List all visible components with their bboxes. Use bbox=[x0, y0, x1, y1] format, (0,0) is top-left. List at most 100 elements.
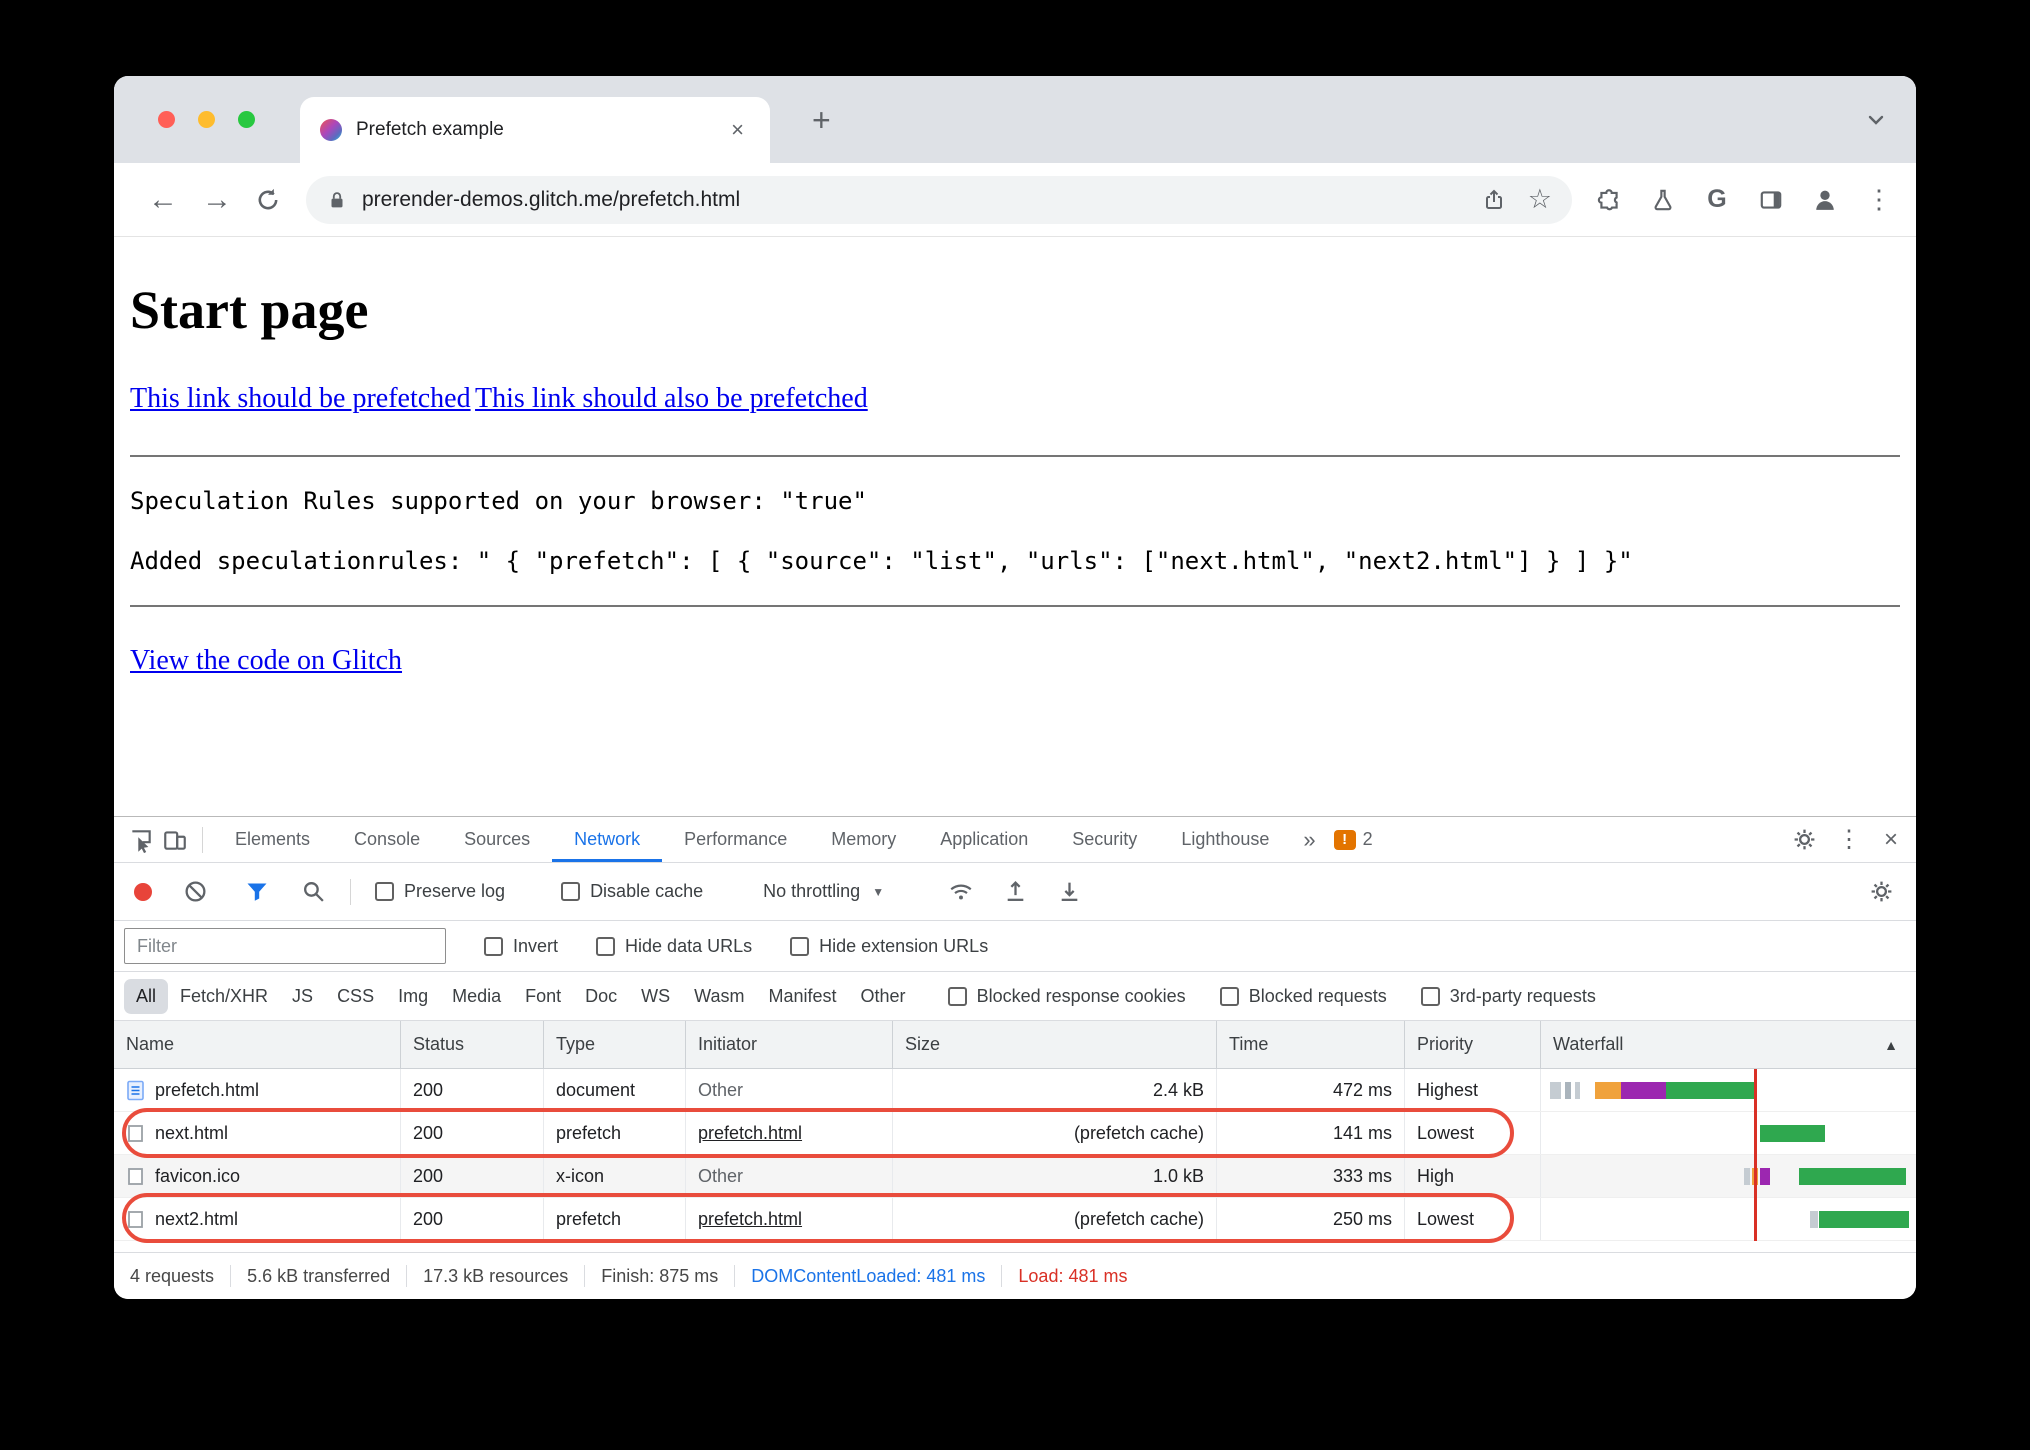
third-party-requests-checkbox[interactable]: 3rd-party requests bbox=[1420, 986, 1596, 1007]
chip-other[interactable]: Other bbox=[849, 979, 918, 1014]
column-header-status[interactable]: Status bbox=[401, 1021, 544, 1068]
sort-ascending-icon: ▲ bbox=[1884, 1036, 1898, 1053]
network-filterbar: Invert Hide data URLs Hide extension URL… bbox=[114, 921, 1916, 972]
preserve-log-label: Preserve log bbox=[404, 881, 506, 901]
waterfall-segment bbox=[1575, 1082, 1580, 1099]
tab-lighthouse[interactable]: Lighthouse bbox=[1159, 817, 1291, 862]
chip-manifest[interactable]: Manifest bbox=[757, 979, 849, 1014]
share-icon[interactable] bbox=[1482, 188, 1506, 212]
google-g-icon[interactable]: G bbox=[1702, 185, 1732, 215]
chip-wasm[interactable]: Wasm bbox=[682, 979, 756, 1014]
devtools-settings-gear-icon[interactable] bbox=[1788, 823, 1822, 857]
network-settings-gear-icon[interactable] bbox=[1868, 879, 1894, 905]
transferred-size: 5.6 kB transferred bbox=[247, 1265, 391, 1286]
column-header-size[interactable]: Size bbox=[893, 1021, 1217, 1068]
waterfall-cell bbox=[1541, 1198, 1916, 1240]
hide-data-urls-checkbox[interactable]: Hide data URLs bbox=[596, 936, 752, 957]
macos-zoom-button[interactable] bbox=[238, 111, 255, 128]
profile-avatar-icon[interactable] bbox=[1810, 185, 1840, 215]
column-header-initiator[interactable]: Initiator bbox=[686, 1021, 893, 1068]
import-har-icon[interactable] bbox=[1002, 879, 1028, 905]
address-bar[interactable]: prerender-demos.glitch.me/prefetch.html … bbox=[306, 175, 1572, 224]
hide-data-urls-label: Hide data URLs bbox=[625, 935, 753, 956]
inspect-element-icon[interactable] bbox=[124, 823, 158, 857]
bookmark-star-icon[interactable]: ☆ bbox=[1528, 184, 1552, 215]
network-conditions-wifi-icon[interactable] bbox=[948, 879, 974, 905]
chip-all[interactable]: All bbox=[124, 978, 169, 1014]
blocked-requests-checkbox[interactable]: Blocked requests bbox=[1219, 985, 1387, 1007]
devtools-close-icon[interactable]: × bbox=[1876, 826, 1906, 854]
chip-fetch-xhr[interactable]: Fetch/XHR bbox=[168, 979, 280, 1014]
table-row-prefetch-html[interactable]: prefetch.html 200 document Other 2.4 kB … bbox=[114, 1069, 1916, 1112]
column-header-waterfall[interactable]: Waterfall ▲ bbox=[1541, 1021, 1916, 1068]
waterfall-segment bbox=[1810, 1211, 1818, 1228]
devtools-menu-kebab-icon[interactable]: ⋮ bbox=[1832, 823, 1866, 857]
browser-tab[interactable]: Prefetch example × bbox=[300, 97, 770, 163]
network-status-bar: 4 requests 5.6 kB transferred 17.3 kB re… bbox=[114, 1252, 1916, 1299]
network-table-header: Name Status Type Initiator Size Time Pri… bbox=[114, 1021, 1916, 1069]
column-header-name[interactable]: Name bbox=[114, 1021, 401, 1068]
column-header-priority[interactable]: Priority bbox=[1405, 1021, 1541, 1068]
tab-elements[interactable]: Elements bbox=[213, 817, 332, 862]
record-button[interactable] bbox=[134, 882, 152, 901]
chip-media[interactable]: Media bbox=[440, 979, 513, 1014]
hide-extension-urls-checkbox[interactable]: Hide extension URLs bbox=[790, 936, 988, 957]
clear-icon[interactable] bbox=[182, 879, 208, 905]
prefetch-link-2[interactable]: This link should also be prefetched bbox=[475, 383, 868, 415]
browser-window: Prefetch example × + ← → prerender-demos… bbox=[114, 76, 1916, 1299]
tab-performance[interactable]: Performance bbox=[662, 817, 809, 862]
macos-minimize-button[interactable] bbox=[198, 111, 215, 128]
tab-security[interactable]: Security bbox=[1050, 817, 1159, 862]
disable-cache-label: Disable cache bbox=[590, 881, 704, 901]
blocked-requests-label: Blocked requests bbox=[1248, 985, 1387, 1006]
column-header-time[interactable]: Time bbox=[1217, 1021, 1405, 1068]
new-tab-button[interactable]: + bbox=[804, 102, 839, 138]
tab-network[interactable]: Network bbox=[552, 817, 663, 862]
disable-cache-checkbox[interactable]: Disable cache bbox=[561, 881, 703, 902]
reload-button[interactable] bbox=[244, 186, 292, 214]
tab-memory[interactable]: Memory bbox=[809, 817, 918, 862]
tab-search-chevron-icon[interactable] bbox=[1864, 108, 1888, 132]
filter-input[interactable] bbox=[124, 928, 446, 964]
tab-close-icon[interactable]: × bbox=[725, 115, 750, 145]
macos-close-button[interactable] bbox=[158, 111, 175, 128]
prefetch-link-1[interactable]: This link should be prefetched bbox=[130, 383, 471, 415]
request-priority: High bbox=[1405, 1155, 1541, 1197]
resources-size: 17.3 kB resources bbox=[423, 1265, 569, 1286]
glitch-code-link[interactable]: View the code on Glitch bbox=[130, 645, 402, 677]
chip-ws[interactable]: WS bbox=[629, 979, 682, 1014]
tab-console[interactable]: Console bbox=[332, 817, 442, 862]
chip-js[interactable]: JS bbox=[280, 979, 325, 1014]
flask-icon[interactable] bbox=[1648, 185, 1678, 215]
search-icon[interactable] bbox=[300, 879, 326, 905]
forward-button[interactable]: → bbox=[190, 184, 244, 215]
invert-checkbox[interactable]: Invert bbox=[484, 936, 558, 957]
back-button[interactable]: ← bbox=[136, 184, 190, 215]
chip-css[interactable]: CSS bbox=[325, 979, 386, 1014]
waterfall-segment bbox=[1595, 1082, 1621, 1099]
column-header-type[interactable]: Type bbox=[544, 1021, 686, 1068]
request-size: 1.0 kB bbox=[893, 1155, 1217, 1197]
lock-icon[interactable] bbox=[326, 189, 348, 211]
chip-img[interactable]: Img bbox=[386, 979, 440, 1014]
preserve-log-checkbox[interactable]: Preserve log bbox=[375, 881, 505, 902]
page-title: Start page bbox=[130, 280, 369, 340]
device-toolbar-icon[interactable] bbox=[158, 823, 192, 857]
chip-font[interactable]: Font bbox=[513, 979, 573, 1014]
warnings-badge[interactable]: ! 2 bbox=[1333, 829, 1373, 850]
throttling-dropdown[interactable]: No throttling ▼ bbox=[763, 881, 884, 902]
checkbox bbox=[1219, 986, 1239, 1006]
side-panel-icon[interactable] bbox=[1756, 185, 1786, 215]
tab-application[interactable]: Application bbox=[918, 817, 1050, 862]
traffic-lights bbox=[158, 111, 255, 128]
browser-menu-kebab-icon[interactable]: ⋮ bbox=[1864, 184, 1894, 215]
dropdown-arrow-icon: ▼ bbox=[872, 884, 885, 899]
export-har-icon[interactable] bbox=[1056, 879, 1082, 905]
chip-doc[interactable]: Doc bbox=[573, 979, 629, 1014]
blocked-response-cookies-checkbox[interactable]: Blocked response cookies bbox=[947, 986, 1186, 1007]
extensions-puzzle-icon[interactable] bbox=[1594, 185, 1624, 215]
tab-sources[interactable]: Sources bbox=[442, 817, 552, 862]
more-tabs-icon[interactable]: » bbox=[1291, 827, 1327, 853]
filter-funnel-icon[interactable] bbox=[244, 879, 270, 905]
table-row-favicon-ico[interactable]: favicon.ico 200 x-icon Other 1.0 kB 333 … bbox=[114, 1155, 1916, 1198]
